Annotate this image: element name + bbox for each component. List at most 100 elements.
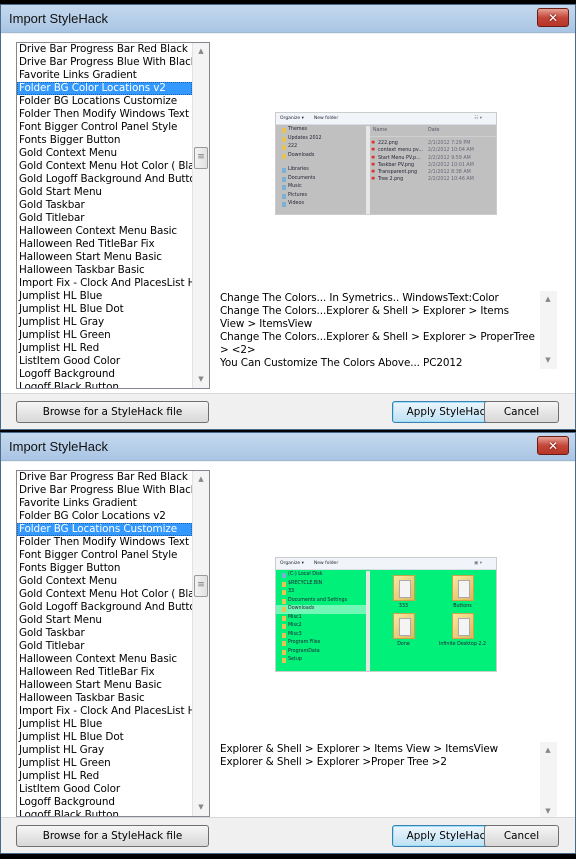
list-item[interactable]: Gold Start Menu (17, 186, 192, 199)
dialog-content: Drive Bar Progress Bar Red Black BG Drive… (1, 462, 575, 853)
scroll-up-arrow-icon[interactable]: ▲ (540, 291, 556, 308)
list-item[interactable]: Folder BG Locations Customize (17, 523, 192, 536)
preview-nav-item: Libraries (276, 166, 366, 175)
list-item[interactable]: Jumplist HL Red (17, 342, 192, 355)
folder-label: Done (397, 642, 410, 647)
list-item[interactable]: Folder BG Color Locations v2 (17, 82, 192, 95)
list-item[interactable]: Gold Start Menu (17, 614, 192, 627)
list-item[interactable]: Drive Bar Progress Bar Red Black BG (17, 43, 192, 56)
scroll-down-arrow-icon[interactable]: ▼ (193, 371, 209, 388)
list-item[interactable]: Favorite Links Gradient (17, 69, 192, 82)
title-bar[interactable]: Import StyleHack ✕ (1, 5, 575, 33)
list-item[interactable]: Jumplist HL Blue (17, 290, 192, 303)
list-item[interactable]: Halloween Context Menu Basic (17, 653, 192, 666)
list-item[interactable]: Jumplist HL Green (17, 757, 192, 770)
column-name: Name (373, 128, 388, 133)
scroll-up-arrow-icon[interactable]: ▲ (540, 742, 556, 759)
list-item[interactable]: Halloween Taskbar Basic (17, 692, 192, 705)
list-item[interactable]: Gold Titlebar (17, 212, 192, 225)
file-date: 2/2/2012 10:46 AM (428, 177, 474, 183)
cancel-button[interactable]: Cancel (484, 825, 559, 847)
list-item[interactable]: Halloween Context Menu Basic (17, 225, 192, 238)
scrollbar-thumb[interactable]: ≡ (194, 147, 208, 169)
preview-nav-pane: (C:) Local Disk $RECYCLE.BIN 33 Documents a… (276, 571, 366, 671)
list-item[interactable]: Logoff Black Button (17, 381, 192, 388)
description-scrollbar[interactable]: ▲ ▼ (540, 742, 557, 820)
list-item[interactable]: Favorite Links Gradient (17, 497, 192, 510)
list-item[interactable]: Gold Context Menu (17, 575, 192, 588)
list-item[interactable]: Import Fix - Clock And PlacesList Hover (17, 705, 192, 718)
list-item[interactable]: Halloween Taskbar Basic (17, 264, 192, 277)
list-item[interactable]: Logoff Black Button (17, 809, 192, 816)
list-item[interactable]: ListItem Good Color (17, 783, 192, 796)
title-bar[interactable]: Import StyleHack ✕ (1, 433, 575, 461)
list-item[interactable]: Drive Bar Progress Blue With Black BG (17, 56, 192, 69)
list-item[interactable]: Gold Taskbar (17, 627, 192, 640)
stylehack-listbox[interactable]: Drive Bar Progress Bar Red Black BG Drive… (16, 470, 210, 817)
list-item[interactable]: Jumplist HL Gray (17, 744, 192, 757)
scrollbar-thumb[interactable]: ≡ (194, 575, 208, 597)
list-item[interactable]: Jumplist HL Blue Dot (17, 303, 192, 316)
description-text: Explorer & Shell > Explorer > Items View… (220, 743, 535, 769)
stylehack-listbox[interactable]: Drive Bar Progress Bar Red Black BG Drive… (16, 42, 210, 389)
button-bar: Browse for a StyleHack file Apply StyleH… (1, 393, 575, 429)
scroll-down-arrow-icon[interactable]: ▼ (193, 799, 209, 816)
preview-organize: Organize ▾ (280, 561, 304, 566)
list-item[interactable]: Gold Logoff Background And Button (17, 601, 192, 614)
description-text: Change The Colors... In Symetrics.. Wind… (220, 292, 535, 370)
list-item[interactable]: Jumplist HL Red (17, 770, 192, 783)
close-button[interactable]: ✕ (537, 436, 569, 455)
list-item[interactable]: Drive Bar Progress Blue With Black BG (17, 484, 192, 497)
list-item[interactable]: Halloween Start Menu Basic (17, 679, 192, 692)
list-item[interactable]: Jumplist HL Blue Dot (17, 731, 192, 744)
preview-image: Organize ▾ New folder ☷ ▾ Themes Updates 2… (275, 112, 497, 215)
preview-nav-item: Videos (276, 200, 366, 209)
list-item[interactable]: Gold Context Menu Hot Color ( Black (17, 160, 192, 173)
preview-nav-item: 33 (276, 588, 366, 597)
cancel-button[interactable]: Cancel (484, 401, 559, 423)
folder-label: Infinite Desktop 2.2 (438, 642, 487, 647)
description-scrollbar[interactable]: ▲ ▼ (540, 291, 557, 369)
list-item[interactable]: Halloween Start Menu Basic (17, 251, 192, 264)
preview-nav-pane: Themes Updates 2012 222 Downloads Libraries D… (276, 126, 366, 214)
list-item[interactable]: Gold Logoff Background And Button (17, 173, 192, 186)
scroll-down-arrow-icon[interactable]: ▼ (540, 352, 556, 369)
list-item[interactable]: Folder Then Modify Windows Text Color (17, 536, 192, 549)
list-item[interactable]: Fonts Bigger Button (17, 562, 192, 575)
list-items: Drive Bar Progress Bar Red Black BG Drive… (17, 43, 192, 388)
list-item[interactable]: Jumplist HL Green (17, 329, 192, 342)
list-item[interactable]: Jumplist HL Blue (17, 718, 192, 731)
scroll-up-arrow-icon[interactable]: ▲ (193, 471, 209, 488)
list-item[interactable]: Folder BG Locations Customize (17, 95, 192, 108)
close-button[interactable]: ✕ (537, 8, 569, 27)
listbox-scrollbar[interactable]: ▲ ≡ ▼ (192, 43, 209, 388)
folder-icon (392, 575, 415, 601)
folder-icon (451, 575, 474, 601)
list-item[interactable]: Jumplist HL Gray (17, 316, 192, 329)
description-line: Change The Colors... In Symetrics.. Wind… (220, 292, 499, 304)
list-item[interactable]: Logoff Background (17, 796, 192, 809)
list-item[interactable]: Folder BG Color Locations v2 (17, 510, 192, 523)
list-item[interactable]: Logoff Background (17, 368, 192, 381)
scroll-up-arrow-icon[interactable]: ▲ (193, 43, 209, 60)
list-item[interactable]: ListItem Good Color (17, 355, 192, 368)
list-item[interactable]: Gold Context Menu Hot Color ( Black (17, 588, 192, 601)
list-item[interactable]: Drive Bar Progress Bar Red Black BG (17, 471, 192, 484)
list-item[interactable]: Fonts Bigger Button (17, 134, 192, 147)
list-item[interactable]: Folder Then Modify Windows Text Color (17, 108, 192, 121)
preview-file-row: Transparent.png2/1/2012 8:38 AM (370, 169, 496, 176)
browse-button[interactable]: Browse for a StyleHack file (16, 825, 209, 847)
list-item[interactable]: Font Bigger Control Panel Style (17, 121, 192, 134)
description-textbox[interactable]: Change The Colors... In Symetrics.. Wind… (217, 291, 557, 369)
listbox-scrollbar[interactable]: ▲ ≡ ▼ (192, 471, 209, 816)
list-item[interactable]: Halloween Red TitleBar Fix (17, 666, 192, 679)
browse-button[interactable]: Browse for a StyleHack file (16, 401, 209, 423)
list-item[interactable]: Gold Taskbar (17, 199, 192, 212)
list-item[interactable]: Gold Titlebar (17, 640, 192, 653)
list-item[interactable]: Import Fix - Clock And PlacesList Hover (17, 277, 192, 290)
file-date: 2/2/2012 10:04 AM (428, 148, 474, 154)
list-item[interactable]: Gold Context Menu (17, 147, 192, 160)
list-item[interactable]: Halloween Red TitleBar Fix (17, 238, 192, 251)
list-item[interactable]: Font Bigger Control Panel Style (17, 549, 192, 562)
description-textbox[interactable]: Explorer & Shell > Explorer > Items View… (217, 742, 557, 820)
